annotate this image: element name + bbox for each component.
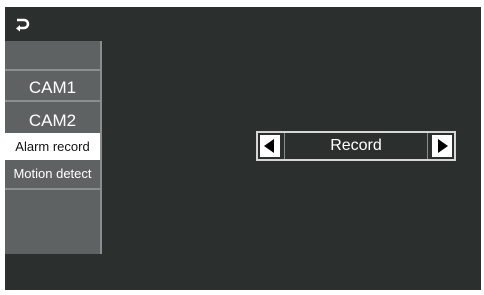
sidebar-divider xyxy=(5,100,100,102)
sidebar-item-alarm-record[interactable]: Alarm record xyxy=(5,133,100,160)
sidebar-item-motion-detect[interactable]: Motion detect xyxy=(5,160,100,186)
sidebar-divider xyxy=(5,69,100,71)
record-mode-value: Record xyxy=(284,133,428,159)
triangle-left-icon xyxy=(264,139,274,153)
prev-option-button[interactable] xyxy=(260,135,280,157)
triangle-right-icon xyxy=(438,139,448,153)
record-mode-selector: Record xyxy=(256,131,456,161)
sidebar-menu: CAM1 CAM2 Alarm record Motion detect xyxy=(5,41,102,254)
next-option-button[interactable] xyxy=(432,135,452,157)
device-screen: CAM1 CAM2 Alarm record Motion detect Rec… xyxy=(5,7,481,290)
sidebar-divider xyxy=(5,188,100,190)
sidebar-item-cam2[interactable]: CAM2 xyxy=(5,109,100,133)
return-arrow-icon xyxy=(16,18,30,32)
back-button[interactable] xyxy=(9,11,35,37)
sidebar-item-cam1[interactable]: CAM1 xyxy=(5,76,100,100)
